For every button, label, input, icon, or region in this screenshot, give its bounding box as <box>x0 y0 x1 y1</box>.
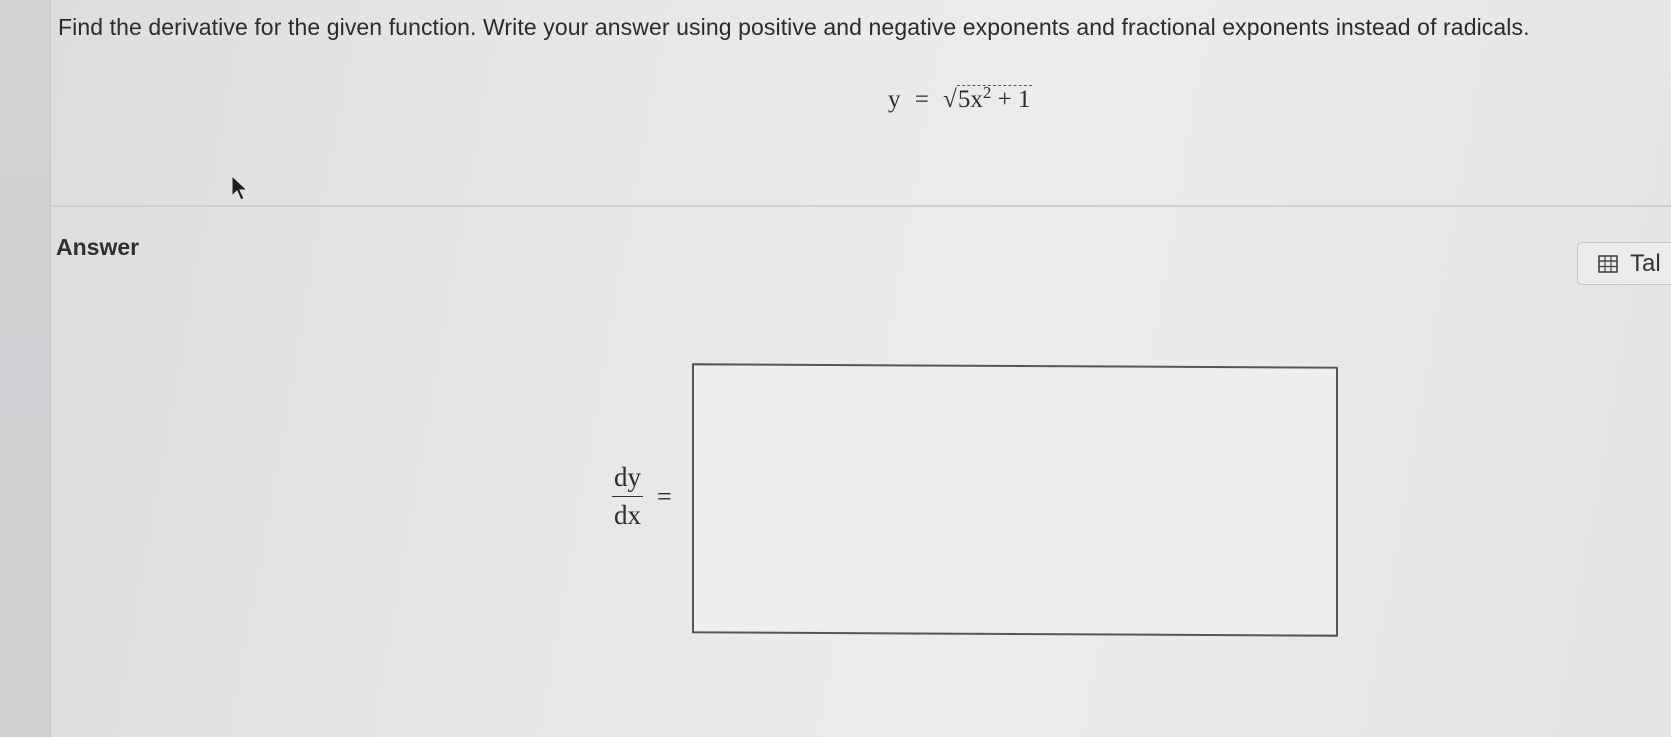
question-prompt: Find the derivative for the given functi… <box>58 14 1530 40</box>
function-equation: y = √5x2 + 1 <box>888 83 1033 114</box>
answer-heading: Answer <box>56 234 140 260</box>
table-button-label: Tal <box>1630 249 1661 277</box>
radicand-exponent: 2 <box>982 83 992 102</box>
section-divider <box>32 205 1671 207</box>
derivative-numerator: dy <box>614 462 641 492</box>
equation-lhs: y <box>888 86 901 113</box>
answer-input[interactable] <box>692 363 1338 637</box>
radical-sign: √ <box>943 86 957 113</box>
equation-equals: = <box>914 86 929 113</box>
mouse-pointer-icon <box>231 175 249 201</box>
radicand-base: 5x <box>957 86 983 113</box>
table-grid-icon <box>1598 254 1618 273</box>
radicand: 5x2 + 1 <box>956 83 1033 113</box>
derivative-denominator: dx <box>612 496 643 531</box>
radicand-rest: + 1 <box>997 86 1031 113</box>
derivative-fraction: dy dx <box>612 462 643 531</box>
derivative-label: dy dx = <box>612 462 672 531</box>
table-button[interactable]: Tal <box>1577 242 1671 285</box>
derivative-equals: = <box>657 481 672 511</box>
left-gutter <box>0 0 51 737</box>
